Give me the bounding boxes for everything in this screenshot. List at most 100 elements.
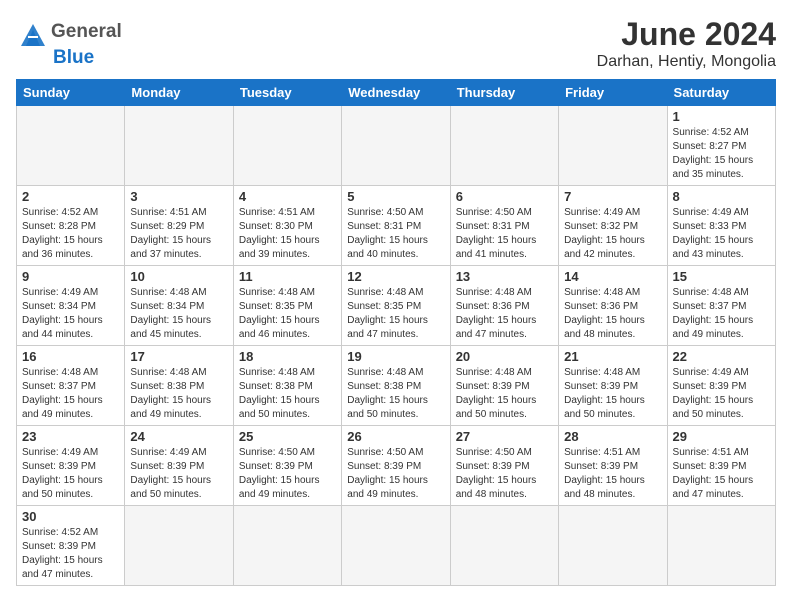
calendar-day-cell: 27 Sunrise: 4:50 AM Sunset: 8:39 PM Dayli… [450, 426, 558, 506]
day-number: 20 [456, 349, 553, 364]
calendar-day-cell [125, 506, 233, 586]
day-number: 23 [22, 429, 119, 444]
day-number: 4 [239, 189, 336, 204]
day-number: 8 [673, 189, 770, 204]
day-info: Sunrise: 4:52 AM Sunset: 8:39 PM Dayligh… [22, 526, 119, 582]
calendar-week-row: 30Sunrise: 4:52 AM Sunset: 8:39 PM Dayli… [17, 506, 776, 586]
day-number: 26 [347, 429, 444, 444]
day-number: 14 [564, 269, 661, 284]
weekday-sunday: Sunday [17, 80, 125, 106]
calendar-day-cell: 17 Sunrise: 4:48 AM Sunset: 8:38 PM Dayli… [125, 346, 233, 426]
day-number: 16 [22, 349, 119, 364]
calendar-day-cell: 15Sunrise: 4:48 AM Sunset: 8:37 PM Dayli… [667, 266, 775, 346]
calendar-day-cell [450, 506, 558, 586]
calendar-day-cell: 22 Sunrise: 4:49 AM Sunset: 8:39 PM Dayli… [667, 346, 775, 426]
calendar-day-cell [233, 106, 341, 186]
day-number: 22 [673, 349, 770, 364]
day-info: Sunrise: 4:48 AM Sunset: 8:38 PM Dayligh… [130, 366, 227, 422]
day-number: 24 [130, 429, 227, 444]
day-number: 5 [347, 189, 444, 204]
day-number: 28 [564, 429, 661, 444]
day-info: Sunrise: 4:48 AM Sunset: 8:34 PM Dayligh… [130, 286, 227, 342]
logo-blue-text: Blue [53, 48, 94, 69]
day-info: Sunrise: 4:48 AM Sunset: 8:38 PM Dayligh… [347, 366, 444, 422]
calendar-day-cell: 16 Sunrise: 4:48 AM Sunset: 8:37 PM Dayli… [17, 346, 125, 426]
day-number: 12 [347, 269, 444, 284]
calendar-header: Sunday Monday Tuesday Wednesday Thursday… [17, 80, 776, 106]
calendar-day-cell: 13Sunrise: 4:48 AM Sunset: 8:36 PM Dayli… [450, 266, 558, 346]
day-number: 19 [347, 349, 444, 364]
day-info: Sunrise: 4:51 AM Sunset: 8:39 PM Dayligh… [673, 446, 770, 502]
calendar-day-cell: 5Sunrise: 4:50 AM Sunset: 8:31 PM Daylig… [342, 186, 450, 266]
calendar-day-cell: 21Sunrise: 4:48 AM Sunset: 8:39 PM Dayli… [559, 346, 667, 426]
calendar-week-row: 9 Sunrise: 4:49 AM Sunset: 8:34 PM Daylig… [17, 266, 776, 346]
calendar-day-cell: 28 Sunrise: 4:51 AM Sunset: 8:39 PM Dayli… [559, 426, 667, 506]
calendar-day-cell [559, 506, 667, 586]
calendar-day-cell [667, 506, 775, 586]
day-info: Sunrise: 4:50 AM Sunset: 8:31 PM Dayligh… [456, 206, 553, 262]
day-info: Sunrise: 4:50 AM Sunset: 8:39 PM Dayligh… [347, 446, 444, 502]
general-blue-logo-svg [16, 16, 50, 50]
day-number: 25 [239, 429, 336, 444]
day-info: Sunrise: 4:52 AM Sunset: 8:28 PM Dayligh… [22, 206, 119, 262]
calendar-day-cell [450, 106, 558, 186]
calendar-day-cell [17, 106, 125, 186]
calendar-day-cell: 19 Sunrise: 4:48 AM Sunset: 8:38 PM Dayli… [342, 346, 450, 426]
day-info: Sunrise: 4:48 AM Sunset: 8:36 PM Dayligh… [564, 286, 661, 342]
calendar-subtitle: Darhan, Hentiy, Mongolia [597, 53, 776, 71]
calendar-day-cell: 14 Sunrise: 4:48 AM Sunset: 8:36 PM Dayli… [559, 266, 667, 346]
calendar-day-cell: 30Sunrise: 4:52 AM Sunset: 8:39 PM Dayli… [17, 506, 125, 586]
calendar-week-row: 2 Sunrise: 4:52 AM Sunset: 8:28 PM Daylig… [17, 186, 776, 266]
day-number: 6 [456, 189, 553, 204]
calendar-day-cell: 4 Sunrise: 4:51 AM Sunset: 8:30 PM Daylig… [233, 186, 341, 266]
calendar-day-cell: 18 Sunrise: 4:48 AM Sunset: 8:38 PM Dayli… [233, 346, 341, 426]
day-number: 13 [456, 269, 553, 284]
day-number: 9 [22, 269, 119, 284]
day-info: Sunrise: 4:48 AM Sunset: 8:35 PM Dayligh… [239, 286, 336, 342]
day-info: Sunrise: 4:51 AM Sunset: 8:39 PM Dayligh… [564, 446, 661, 502]
day-number: 27 [456, 429, 553, 444]
day-info: Sunrise: 4:50 AM Sunset: 8:39 PM Dayligh… [239, 446, 336, 502]
calendar-body: 1Sunrise: 4:52 AM Sunset: 8:27 PM Daylig… [17, 106, 776, 586]
day-info: Sunrise: 4:49 AM Sunset: 8:34 PM Dayligh… [22, 286, 119, 342]
calendar-day-cell [559, 106, 667, 186]
calendar-table: Sunday Monday Tuesday Wednesday Thursday… [16, 79, 776, 586]
day-info: Sunrise: 4:48 AM Sunset: 8:38 PM Dayligh… [239, 366, 336, 422]
calendar-day-cell: 3Sunrise: 4:51 AM Sunset: 8:29 PM Daylig… [125, 186, 233, 266]
day-number: 7 [564, 189, 661, 204]
calendar-day-cell: 29 Sunrise: 4:51 AM Sunset: 8:39 PM Dayli… [667, 426, 775, 506]
weekday-thursday: Thursday [450, 80, 558, 106]
calendar-day-cell: 10Sunrise: 4:48 AM Sunset: 8:34 PM Dayli… [125, 266, 233, 346]
calendar-day-cell [342, 106, 450, 186]
day-info: Sunrise: 4:49 AM Sunset: 8:39 PM Dayligh… [673, 366, 770, 422]
weekday-friday: Friday [559, 80, 667, 106]
calendar-day-cell: 11 Sunrise: 4:48 AM Sunset: 8:35 PM Dayli… [233, 266, 341, 346]
calendar-title: June 2024 [597, 16, 776, 53]
calendar-day-cell: 25 Sunrise: 4:50 AM Sunset: 8:39 PM Dayli… [233, 426, 341, 506]
day-info: Sunrise: 4:48 AM Sunset: 8:37 PM Dayligh… [22, 366, 119, 422]
day-info: Sunrise: 4:51 AM Sunset: 8:30 PM Dayligh… [239, 206, 336, 262]
day-info: Sunrise: 4:48 AM Sunset: 8:35 PM Dayligh… [347, 286, 444, 342]
day-number: 15 [673, 269, 770, 284]
weekday-monday: Monday [125, 80, 233, 106]
logo-combined: General Blue [16, 16, 122, 69]
weekday-row: Sunday Monday Tuesday Wednesday Thursday… [17, 80, 776, 106]
calendar-day-cell [233, 506, 341, 586]
day-number: 11 [239, 269, 336, 284]
day-number: 17 [130, 349, 227, 364]
day-info: Sunrise: 4:49 AM Sunset: 8:39 PM Dayligh… [130, 446, 227, 502]
calendar-day-cell [125, 106, 233, 186]
day-number: 18 [239, 349, 336, 364]
calendar-week-row: 1Sunrise: 4:52 AM Sunset: 8:27 PM Daylig… [17, 106, 776, 186]
title-section: June 2024 Darhan, Hentiy, Mongolia [597, 16, 776, 71]
weekday-saturday: Saturday [667, 80, 775, 106]
day-number: 2 [22, 189, 119, 204]
logo: General Blue [16, 16, 122, 69]
calendar-day-cell: 6 Sunrise: 4:50 AM Sunset: 8:31 PM Daylig… [450, 186, 558, 266]
day-info: Sunrise: 4:50 AM Sunset: 8:39 PM Dayligh… [456, 446, 553, 502]
logo-general-text: General [51, 22, 122, 43]
day-number: 29 [673, 429, 770, 444]
calendar-week-row: 16 Sunrise: 4:48 AM Sunset: 8:37 PM Dayli… [17, 346, 776, 426]
calendar-day-cell: 9 Sunrise: 4:49 AM Sunset: 8:34 PM Daylig… [17, 266, 125, 346]
calendar-day-cell: 8Sunrise: 4:49 AM Sunset: 8:33 PM Daylig… [667, 186, 775, 266]
